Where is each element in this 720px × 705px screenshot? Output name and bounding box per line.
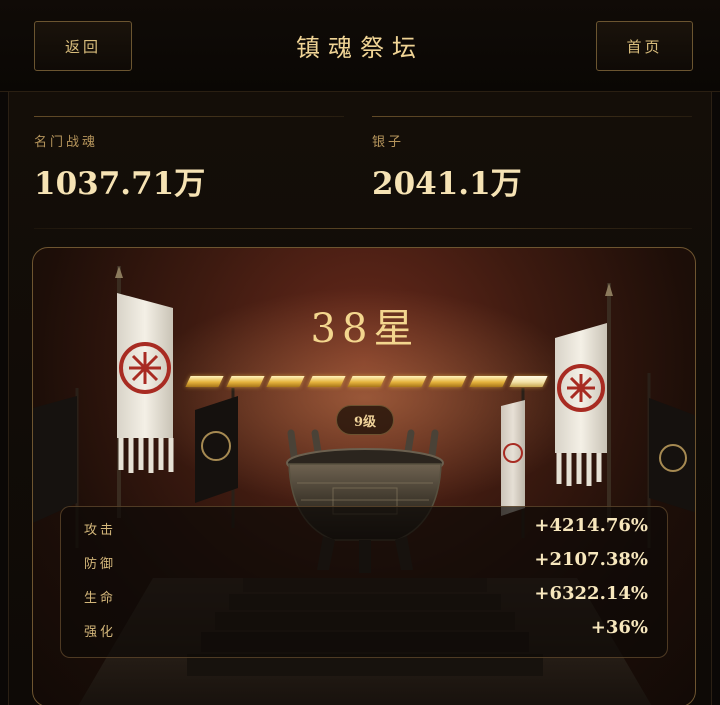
star-progress-segment <box>306 376 346 387</box>
attribute-name: 攻击 <box>84 523 117 538</box>
star-progress-segment <box>225 376 265 387</box>
attribute-name: 防御 <box>84 557 117 572</box>
level-badge: 9级 <box>336 405 394 435</box>
stat-value: 2041.1万 <box>372 166 522 202</box>
star-progress-segment <box>428 376 467 387</box>
star-progress-segment <box>266 376 305 387</box>
attribute-row: 生命 +6322.14% <box>61 580 669 610</box>
white-banner-small <box>501 400 525 516</box>
black-banner-right <box>649 398 695 513</box>
home-button[interactable]: 首页 <box>596 21 693 71</box>
stat-top-line <box>372 116 692 117</box>
attribute-name: 生命 <box>84 591 117 606</box>
stat-mingmen-zhanhun: 名门战魂 1037.71万 <box>34 116 344 228</box>
attribute-value: +6322.14% <box>534 583 648 604</box>
star-count-title: 38星 <box>310 306 420 352</box>
star-progress-segment <box>185 376 224 387</box>
star-progress-segment <box>387 376 427 387</box>
attribute-row: 强化 +36% <box>61 614 669 644</box>
attribute-value: +4214.76% <box>534 515 648 536</box>
stat-label: 银子 <box>372 135 405 150</box>
section-divider <box>34 228 692 229</box>
star-progress-segment <box>468 376 508 387</box>
star-progress-segment <box>347 376 386 387</box>
attribute-value: +2107.38% <box>534 549 648 570</box>
black-banner-left <box>195 396 238 503</box>
stat-silver: 银子 2041.1万 <box>372 116 692 228</box>
stat-value: 1037.71万 <box>34 166 206 202</box>
attribute-name: 强化 <box>84 625 117 640</box>
star-progress-segment <box>509 376 548 387</box>
stat-top-line <box>34 116 344 117</box>
black-banner-far-left <box>33 396 77 523</box>
attribute-panel: 攻击 +4214.76% 防御 +2107.38% 生命 +6322.14% 强… <box>60 506 668 658</box>
altar-scene: 38星 9级 攻击 +4214.76% 防御 +2107.38% 生命 +632… <box>32 247 696 705</box>
attribute-row: 攻击 +4214.76% <box>61 512 669 542</box>
attribute-row: 防御 +2107.38% <box>61 546 669 576</box>
star-progress-bars <box>185 376 548 388</box>
stat-label: 名门战魂 <box>34 135 99 150</box>
top-bar: 返回 镇魂祭坛 首页 <box>0 0 720 92</box>
attribute-value: +36% <box>590 617 648 638</box>
